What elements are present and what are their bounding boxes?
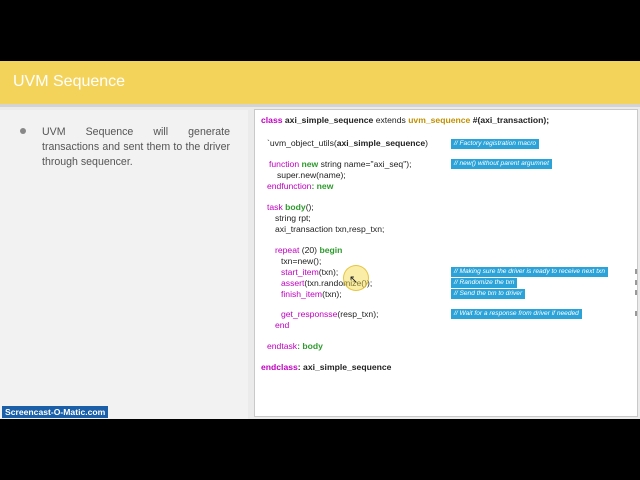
edge-marker	[635, 290, 637, 295]
comment-send: // Send the txn to driver	[451, 289, 526, 299]
code-line-get-response: get_responsse(resp_txn);	[281, 309, 379, 319]
code-line-task: task body();	[267, 202, 314, 212]
bullet-point-icon	[20, 128, 26, 134]
comment-wait: // Wait for a response from driver if ne…	[451, 309, 582, 319]
slide: UVM Sequence UVM Sequence will generate …	[0, 61, 640, 419]
code-line-string-rpt: string rpt;	[275, 213, 311, 223]
code-line-endclass: endclass: axi_simple_sequence	[261, 362, 392, 372]
code-line-txn-new: txn=new();	[281, 256, 322, 266]
code-line-endtask: endtask: body	[267, 341, 323, 351]
code-line-start-item: start_item(txn);	[281, 267, 339, 277]
code-line-txn-decl: axi_transaction txn,resp_txn;	[275, 224, 385, 234]
code-line-super-new: super.new(name);	[277, 170, 346, 180]
code-line-function: function new string name="axi_seq");	[269, 159, 412, 169]
edge-marker	[635, 311, 637, 316]
comment-new: // new() without parent argumnet	[451, 159, 552, 169]
code-line-macro: `uvm_object_utils(axi_simple_sequence)	[267, 138, 428, 148]
slide-title: UVM Sequence	[13, 73, 126, 90]
slide-title-bar: UVM Sequence	[0, 61, 640, 107]
code-panel: class axi_simple_sequence extends uvm_se…	[254, 109, 638, 417]
comment-factory: // Factory registration macro	[451, 139, 540, 149]
code-line-repeat: repeat (20) begin	[275, 245, 343, 255]
watermark: Screencast-O-Matic.com	[2, 406, 109, 418]
comment-ready: // Making sure the driver is ready to re…	[451, 267, 608, 277]
code-line-end: end	[275, 320, 290, 330]
edge-marker	[635, 280, 637, 285]
code-line-class: class axi_simple_sequence extends uvm_se…	[261, 115, 550, 125]
mouse-cursor-icon: ↖	[349, 274, 359, 286]
code-line-endfunction: endfunction: new	[267, 181, 334, 191]
code-line-finish-item: finish_item(txn);	[281, 289, 342, 299]
title-bar-shadow	[0, 104, 640, 107]
edge-marker	[635, 269, 637, 274]
bullet-text: UVM Sequence will generate transactions …	[42, 126, 230, 168]
comment-randomize: // Randomize the txn	[451, 278, 518, 288]
